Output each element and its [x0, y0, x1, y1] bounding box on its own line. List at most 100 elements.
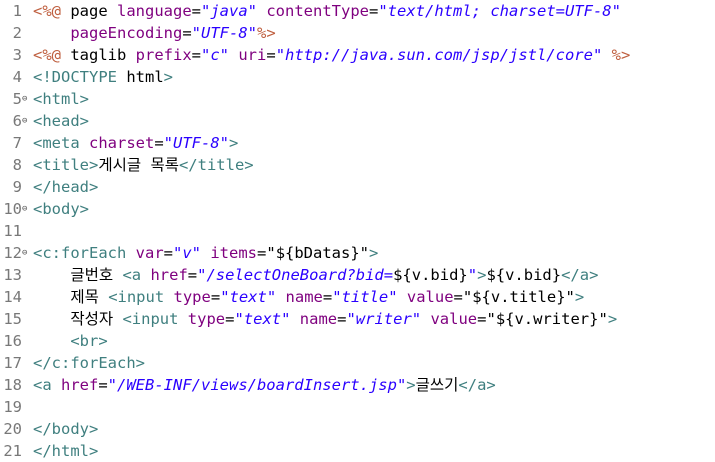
code-line[interactable]: 7 <meta charset="UTF-8"> — [0, 132, 715, 154]
code-line[interactable]: 10 ⊖ <body> — [0, 198, 715, 220]
line-number: 6 — [12, 112, 22, 130]
code-text[interactable]: 글번호 <a href="/selectOneBoard?bid=${v.bid… — [33, 264, 598, 286]
code-token: html — [126, 68, 164, 86]
line-number: 12 — [3, 244, 22, 262]
code-text[interactable]: <c:forEach var="v" items="${bDatas}"> — [33, 242, 378, 264]
code-token: "title" — [332, 288, 398, 306]
code-text[interactable]: </html> — [33, 440, 98, 462]
code-line[interactable]: 2 pageEncoding="UTF-8"%> — [0, 22, 715, 44]
code-token: = — [154, 134, 164, 152]
code-text[interactable]: </head> — [33, 176, 98, 198]
code-line[interactable]: 6 ⊖ <head> — [0, 110, 715, 132]
code-text[interactable]: <%@ page language="java" contentType="te… — [33, 0, 621, 22]
code-token: <body> — [33, 200, 89, 218]
code-line[interactable]: 16 <br> — [0, 330, 715, 352]
line-number: 20 — [3, 420, 22, 438]
code-text[interactable]: <body> — [33, 198, 89, 220]
code-token: > — [369, 244, 379, 262]
code-token: = — [187, 266, 198, 284]
code-token: <head> — [33, 112, 89, 130]
code-token: charset — [89, 134, 155, 152]
code-text[interactable]: <%@ taglib prefix="c" uri="http://java.s… — [33, 44, 630, 66]
code-text[interactable]: <html> — [33, 88, 89, 110]
code-token: "text" — [234, 310, 291, 328]
code-token: </a> — [458, 376, 496, 394]
line-number: 4 — [12, 68, 22, 86]
collapse-minus-icon[interactable]: ⊖ — [22, 110, 32, 132]
code-token: ${v.bid} — [393, 266, 468, 284]
code-token: uri — [238, 46, 267, 64]
code-token: <meta — [33, 134, 89, 152]
code-line[interactable]: 17 </c:forEach> — [0, 352, 715, 374]
code-line[interactable]: 19 — [0, 396, 715, 418]
code-token: > — [574, 288, 585, 306]
collapse-minus-icon[interactable]: ⊖ — [22, 198, 32, 220]
code-token: type — [187, 310, 226, 328]
code-line[interactable]: 21 </html> — [0, 440, 715, 462]
code-token: = — [191, 2, 201, 20]
code-editor[interactable]: 1 <%@ page language="java" contentType="t… — [0, 0, 715, 462]
code-text[interactable]: <a href="/WEB-INF/views/boardInsert.jsp"… — [33, 374, 496, 396]
code-line[interactable]: 3 <%@ taglib prefix="c" uri="http://java.… — [0, 44, 715, 66]
code-token: language — [117, 2, 192, 20]
code-token: 제목 — [33, 288, 109, 306]
code-token: 게시글 목록 — [98, 156, 179, 174]
code-token: </title> — [178, 156, 254, 174]
code-line[interactable]: 20 </body> — [0, 418, 715, 440]
line-number: 13 — [3, 266, 22, 284]
code-token: 작성자 — [33, 310, 123, 328]
code-token: <html> — [33, 90, 89, 108]
code-token: <a — [122, 266, 151, 284]
code-line[interactable]: 14 제목 <input type="text" name="title" va… — [0, 286, 715, 308]
code-text[interactable]: <br> — [33, 330, 107, 352]
code-token: ${v.bid} — [486, 266, 562, 284]
code-token: "/selectOneBoard?bid= — [197, 266, 394, 284]
code-text[interactable]: <!DOCTYPE html> — [33, 66, 173, 88]
line-number: 8 — [12, 156, 22, 174]
code-token: </head> — [33, 178, 99, 196]
code-token: <%@ — [33, 46, 71, 64]
code-text[interactable]: pageEncoding="UTF-8"%> — [33, 22, 275, 44]
code-text[interactable]: 작성자 <input type="text" name="writer" val… — [33, 308, 617, 330]
line-number: 2 — [12, 24, 22, 42]
code-text[interactable]: <title>게시글 목록</title> — [33, 154, 254, 176]
code-line[interactable]: 8 <title>게시글 목록</title> — [0, 154, 715, 176]
code-token: "${v.title}" — [462, 288, 575, 306]
code-token: > — [607, 310, 618, 328]
code-line[interactable]: 4 <!DOCTYPE html> — [0, 66, 715, 88]
code-text[interactable]: </body> — [33, 418, 98, 440]
code-line[interactable]: 18 <a href="/WEB-INF/views/boardInsert.js… — [0, 374, 715, 396]
collapse-minus-icon[interactable]: ⊖ — [22, 242, 32, 264]
line-number: 3 — [12, 46, 22, 64]
code-line[interactable]: 13 글번호 <a href="/selectOneBoard?bid=${v.… — [0, 264, 715, 286]
code-line[interactable]: 5 ⊖ <html> — [0, 88, 715, 110]
code-line[interactable]: 12 ⊖ <c:forEach var="v" items="${bDatas}"> — [0, 242, 715, 264]
code-token: </c:forEach> — [33, 354, 145, 372]
code-token: "java" — [201, 2, 257, 20]
code-line[interactable]: 15 작성자 <input type="text" name="writer" … — [0, 308, 715, 330]
code-token: "UTF-8" — [191, 24, 257, 42]
code-token: = — [266, 46, 276, 64]
code-token: href — [61, 376, 99, 394]
code-text[interactable]: <meta charset="UTF-8"> — [33, 132, 238, 154]
code-token: <c:forEach — [33, 244, 136, 262]
code-line[interactable]: 1 <%@ page language="java" contentType="t… — [0, 0, 715, 22]
code-text[interactable]: <head> — [33, 110, 89, 132]
code-text[interactable]: </c:forEach> — [33, 352, 145, 374]
code-token: name — [299, 310, 338, 328]
code-token: "UTF-8" — [163, 134, 229, 152]
code-token: "http://java.sun.com/jsp/jstl/core" — [275, 46, 603, 64]
code-line[interactable]: 11 — [0, 220, 715, 242]
code-token: <input — [122, 310, 188, 328]
code-token: <a — [33, 376, 61, 394]
collapse-minus-icon[interactable]: ⊖ — [22, 88, 32, 110]
code-token: = — [163, 244, 173, 262]
code-text[interactable]: 제목 <input type="text" name="title" value… — [33, 286, 584, 308]
code-line[interactable]: 9 </head> — [0, 176, 715, 198]
